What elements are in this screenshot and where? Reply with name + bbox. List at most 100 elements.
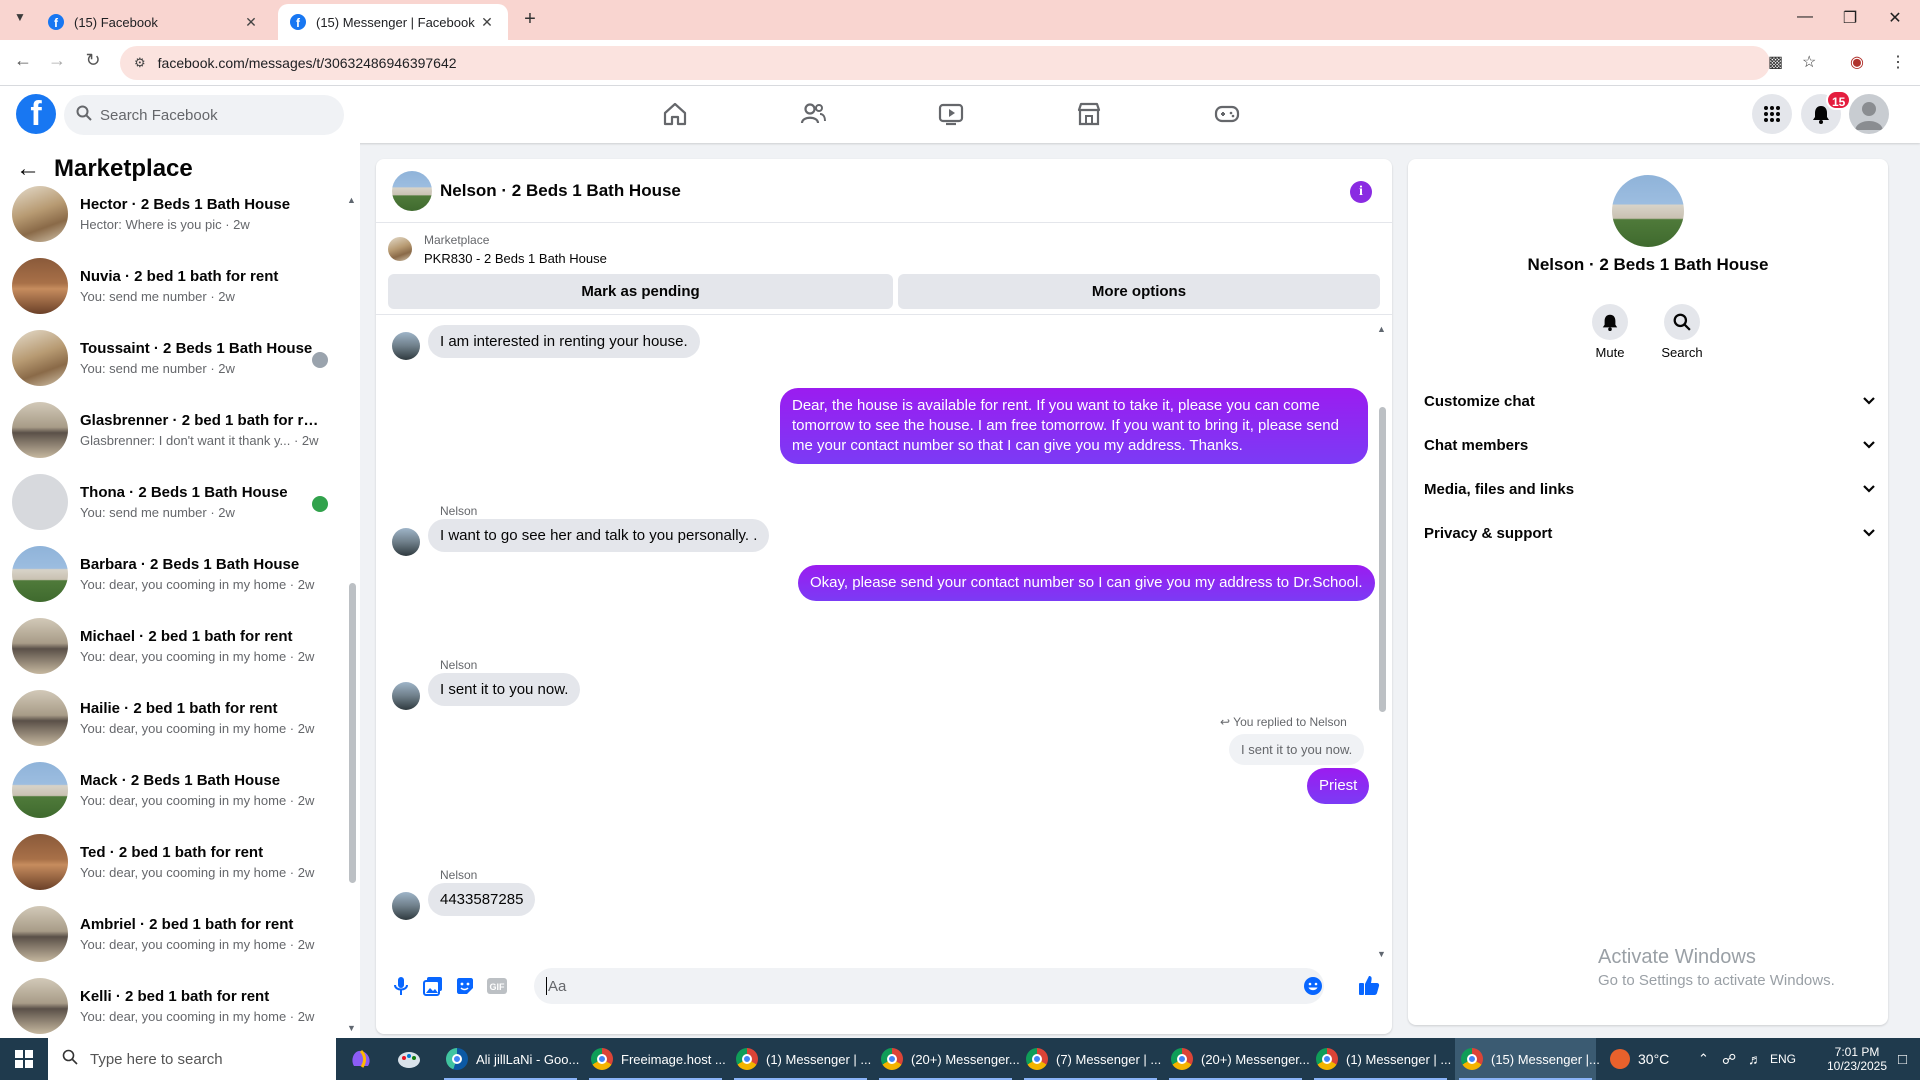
privacy-support-row[interactable]: Privacy & support	[1424, 511, 1876, 555]
close-tab-icon[interactable]: ✕	[242, 14, 260, 31]
copilot-icon[interactable]	[348, 1038, 374, 1080]
conversation-text: Ted · 2 bed 1 bath for rent You: dear, yo…	[80, 844, 320, 880]
sender-avatar	[392, 682, 420, 710]
taskbar-app-button[interactable]: (20+) Messenger...	[875, 1038, 1020, 1080]
conversation-item[interactable]: Barbara · 2 Beds 1 Bath House You: dear, …	[12, 540, 342, 608]
conversation-item[interactable]: Kelli · 2 bed 1 bath for rent You: dear, …	[12, 972, 342, 1038]
conversation-item[interactable]: Ambriel · 2 bed 1 bath for rent You: dear…	[12, 900, 342, 968]
profile-icon[interactable]: ◉	[1850, 52, 1864, 72]
tab-search-button[interactable]: ▼	[8, 10, 32, 30]
taskbar-app-button[interactable]: Ali jillLaNi - Goo...	[440, 1038, 581, 1080]
taskbar-app-label: (15) Messenger |...	[1491, 1051, 1600, 1067]
bookmark-star-icon[interactable]: ☆	[1802, 52, 1816, 72]
chat-header: Nelson · 2 Beds 1 Bath House i	[376, 159, 1392, 223]
volume-icon[interactable]: ♬	[1748, 1038, 1762, 1080]
reload-icon[interactable]: ↻	[80, 50, 106, 71]
browser-menu-icon[interactable]: ⋮	[1890, 52, 1906, 72]
video-icon[interactable]	[937, 100, 967, 130]
weather-widget[interactable]: 30°C	[1610, 1038, 1669, 1080]
site-info-icon[interactable]: ⚙	[134, 55, 146, 71]
back-arrow-icon[interactable]: ←	[16, 155, 40, 183]
taskbar-search-box[interactable]: Type here to search	[48, 1038, 336, 1080]
windows-start-button[interactable]	[0, 1038, 48, 1080]
clock[interactable]: 7:01 PM 10/23/2025	[1820, 1038, 1894, 1080]
network-icon[interactable]: ☍	[1722, 1038, 1736, 1080]
taskbar-app-button[interactable]: (15) Messenger |...	[1455, 1038, 1600, 1080]
listing-title[interactable]: PKR830 - 2 Beds 1 Bath House	[424, 251, 607, 266]
contact-avatar[interactable]	[1612, 175, 1684, 247]
chat-scrollbar[interactable]	[1379, 407, 1386, 712]
conversation-item[interactable]: Michael · 2 bed 1 bath for rent You: dear…	[12, 612, 342, 680]
thumbs-up-icon[interactable]	[1358, 974, 1380, 996]
conversation-item[interactable]: Nuvia · 2 bed 1 bath for rent You: send m…	[12, 252, 342, 320]
account-avatar[interactable]	[1849, 94, 1889, 134]
taskbar-app-button[interactable]: Freeimage.host ...	[585, 1038, 726, 1080]
taskbar-app-button[interactable]: (1) Messenger | ...	[730, 1038, 871, 1080]
more-options-button[interactable]: More options	[898, 274, 1380, 309]
taskbar-app-button[interactable]: (20+) Messenger...	[1165, 1038, 1310, 1080]
browser-tab-facebook[interactable]: f (15) Facebook ✕	[36, 4, 272, 40]
home-icon[interactable]	[661, 100, 691, 130]
chat-avatar[interactable]	[392, 171, 432, 211]
install-app-icon[interactable]: ▩	[1768, 52, 1783, 72]
facebook-logo[interactable]: f	[16, 94, 56, 134]
mark-as-pending-button[interactable]: Mark as pending	[388, 274, 893, 309]
back-arrow-icon[interactable]: ←	[10, 50, 36, 71]
sticker-icon[interactable]	[454, 975, 476, 997]
search-in-conversation-button[interactable]	[1664, 304, 1700, 340]
microphone-icon[interactable]	[390, 975, 412, 997]
restore-window-button[interactable]: ❐	[1835, 8, 1865, 28]
forward-arrow-icon[interactable]: →	[44, 50, 70, 71]
conversation-item[interactable]: Hector · 2 Beds 1 Bath House Hector: Wher…	[12, 180, 342, 248]
show-hidden-icons-chevron-icon[interactable]: ⌃	[1698, 1038, 1709, 1080]
photo-icon[interactable]	[422, 975, 444, 997]
chat-members-row[interactable]: Chat members	[1424, 423, 1876, 467]
conversation-name: Michael · 2 bed 1 bath for rent	[80, 628, 293, 645]
conversation-item[interactable]: Mack · 2 Beds 1 Bath House You: dear, you…	[12, 756, 342, 824]
time: 7:01 PM	[1834, 1045, 1880, 1059]
chrome-browser-icon	[1461, 1048, 1483, 1070]
conversation-item[interactable]: Thona · 2 Beds 1 Bath House You: send me …	[12, 468, 342, 536]
notification-center-icon[interactable]: □	[1898, 1038, 1907, 1080]
conversation-name: Ambriel · 2 bed 1 bath for rent	[80, 916, 294, 933]
info-icon[interactable]: i	[1350, 181, 1372, 203]
gif-icon[interactable]: GIF	[486, 975, 508, 997]
facebook-search-input[interactable]: Search Facebook	[64, 95, 344, 135]
taskbar-app-button[interactable]: (7) Messenger | ...	[1020, 1038, 1161, 1080]
sidebar-title: Marketplace	[54, 155, 193, 182]
customize-chat-row[interactable]: Customize chat	[1424, 379, 1876, 423]
conversation-text: Mack · 2 Beds 1 Bath House You: dear, you…	[80, 772, 320, 808]
url-omnibox[interactable]: ⚙ facebook.com/messages/t/30632486946397…	[120, 46, 1770, 80]
active-status-icon	[312, 496, 328, 512]
scroll-up-arrow-icon[interactable]: ▲	[347, 195, 356, 205]
media-files-links-row[interactable]: Media, files and links	[1424, 467, 1876, 511]
scroll-down-arrow-icon[interactable]: ▼	[347, 1023, 356, 1033]
new-tab-button[interactable]: +	[518, 8, 542, 31]
close-window-button[interactable]: ✕	[1880, 8, 1910, 28]
menu-grid-icon[interactable]	[1752, 94, 1792, 134]
scroll-down-arrow-icon[interactable]: ▼	[1377, 949, 1386, 959]
conversation-item[interactable]: Ted · 2 bed 1 bath for rent You: dear, yo…	[12, 828, 342, 896]
conversation-thumbnail	[12, 906, 68, 962]
mute-button[interactable]	[1592, 304, 1628, 340]
scroll-up-arrow-icon[interactable]: ▲	[1377, 324, 1386, 334]
sidebar-scrollbar[interactable]	[349, 583, 356, 883]
language-indicator[interactable]: ENG	[1770, 1038, 1796, 1080]
conversation-thumbnail	[12, 258, 68, 314]
conversation-item[interactable]: Hailie · 2 bed 1 bath for rent You: dear,…	[12, 684, 342, 752]
taskbar-app-button[interactable]: (1) Messenger | ...	[1310, 1038, 1451, 1080]
browser-tab-messenger[interactable]: f (15) Messenger | Facebook ✕	[278, 4, 508, 40]
chat-title[interactable]: Nelson · 2 Beds 1 Bath House	[440, 181, 681, 201]
message-input[interactable]: Aa	[534, 968, 1324, 1004]
paint-app-icon[interactable]	[396, 1038, 422, 1080]
conversation-item[interactable]: Glasbrenner · 2 bed 1 bath for re... Glas…	[12, 396, 342, 464]
conversation-text: Kelli · 2 bed 1 bath for rent You: dear, …	[80, 988, 320, 1024]
emoji-icon[interactable]	[1302, 975, 1324, 997]
close-tab-icon[interactable]: ✕	[478, 14, 496, 31]
conversation-item[interactable]: Toussaint · 2 Beds 1 Bath House You: send…	[12, 324, 342, 392]
gaming-icon[interactable]	[1213, 100, 1243, 130]
listing-thumbnail[interactable]	[388, 237, 412, 261]
friends-icon[interactable]	[799, 100, 829, 130]
minimize-window-button[interactable]: —	[1790, 8, 1820, 26]
marketplace-icon[interactable]	[1075, 100, 1105, 130]
